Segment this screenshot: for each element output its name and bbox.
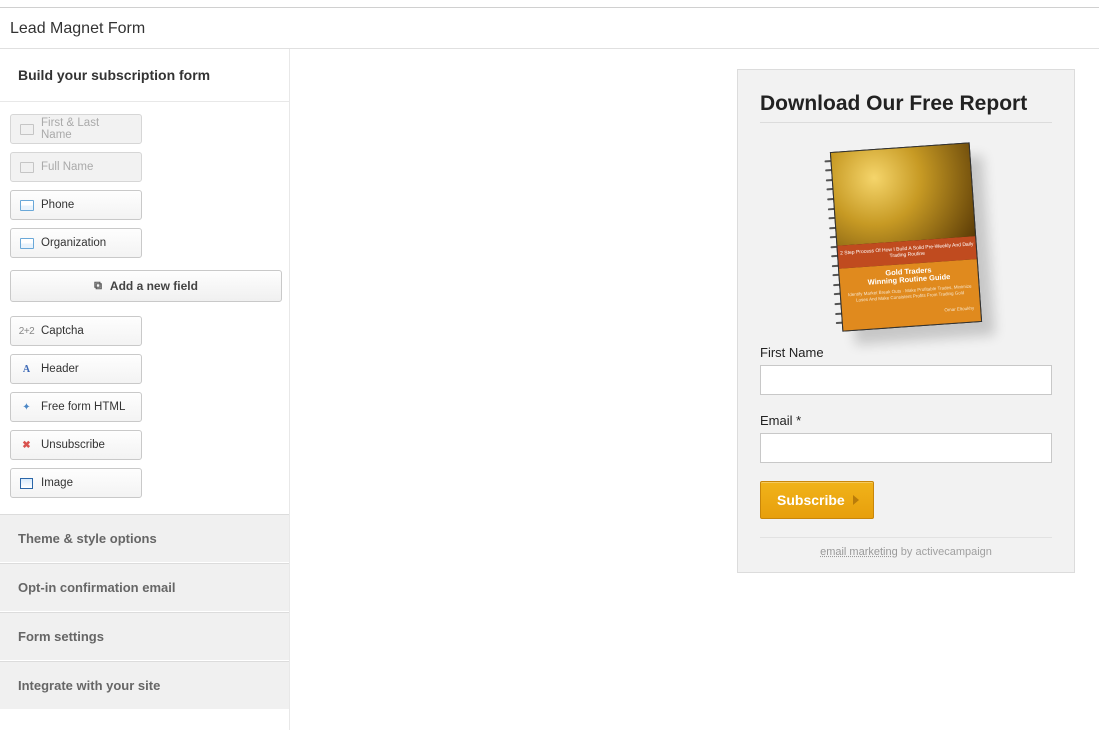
- captcha-icon: 2+2: [19, 325, 34, 338]
- sidebar-accordion: Theme & style options Opt-in confirmatio…: [0, 514, 289, 710]
- component-image[interactable]: Image: [10, 468, 142, 498]
- main-layout: Build your subscription form First & Las…: [0, 49, 1099, 730]
- input-field-icon: [19, 199, 34, 212]
- component-unsubscribe[interactable]: ✖ Unsubscribe: [10, 430, 142, 460]
- email-input[interactable]: [760, 433, 1052, 463]
- email-label: Email *: [760, 413, 1052, 428]
- add-field-label: Add a new field: [110, 279, 198, 293]
- components-grid: 2+2 Captcha A Header ✦ Free form HTML ✖ …: [0, 316, 289, 508]
- accordion-integrate[interactable]: Integrate with your site: [0, 661, 289, 710]
- component-header[interactable]: A Header: [10, 354, 142, 384]
- field-first-last-name: First & Last Name: [10, 114, 142, 144]
- field-label: Phone: [41, 199, 74, 211]
- subscribe-label: Subscribe: [777, 492, 845, 508]
- input-field-icon: [19, 123, 34, 136]
- field-label: First & Last Name: [41, 117, 133, 141]
- form-preview-title: Download Our Free Report: [760, 92, 1052, 123]
- accordion-theme-style[interactable]: Theme & style options: [0, 514, 289, 563]
- first-name-label: First Name: [760, 345, 1052, 360]
- field-phone[interactable]: Phone: [10, 190, 142, 220]
- component-label: Image: [41, 477, 73, 489]
- field-label: Full Name: [41, 161, 93, 173]
- add-icon: ⧉: [94, 280, 102, 293]
- subscribe-button[interactable]: Subscribe: [760, 481, 874, 519]
- component-captcha[interactable]: 2+2 Captcha: [10, 316, 142, 346]
- builder-sidebar: Build your subscription form First & Las…: [0, 49, 290, 730]
- component-label: Header: [41, 363, 79, 375]
- field-label: Organization: [41, 237, 106, 249]
- chevron-right-icon: [853, 495, 859, 505]
- sidebar-heading: Build your subscription form: [0, 49, 289, 102]
- form-canvas: Download Our Free Report 2 Step Process …: [290, 49, 1099, 730]
- component-free-html[interactable]: ✦ Free form HTML: [10, 392, 142, 422]
- field-full-name: Full Name: [10, 152, 142, 182]
- image-icon: [19, 477, 34, 490]
- accordion-form-settings[interactable]: Form settings: [0, 612, 289, 661]
- first-name-input[interactable]: [760, 365, 1052, 395]
- predefined-fields-grid: First & Last Name Full Name Phone Organi…: [0, 102, 289, 268]
- book-cover: 2 Step Process Of How I Build A Solid Pr…: [830, 142, 982, 331]
- form-preview-card: Download Our Free Report 2 Step Process …: [737, 69, 1075, 573]
- book-image: 2 Step Process Of How I Build A Solid Pr…: [830, 142, 982, 331]
- html-icon: ✦: [19, 401, 34, 414]
- component-label: Unsubscribe: [41, 439, 105, 451]
- component-label: Free form HTML: [41, 401, 125, 413]
- credit-rest: by activecampaign: [898, 546, 992, 558]
- field-organization[interactable]: Organization: [10, 228, 142, 258]
- unsubscribe-icon: ✖: [19, 439, 34, 452]
- credit-link[interactable]: email marketing: [820, 546, 898, 558]
- component-label: Captcha: [41, 325, 84, 337]
- credit-line: email marketing by activecampaign: [760, 537, 1052, 558]
- input-field-icon: [19, 161, 34, 174]
- input-field-icon: [19, 237, 34, 250]
- book-title-block: Gold Traders Winning Routine Guide Ident…: [839, 259, 981, 331]
- add-new-field-button[interactable]: ⧉ Add a new field: [10, 270, 282, 302]
- book-cover-art: [831, 143, 975, 245]
- book-author: Omar Eltoukhy: [848, 305, 974, 319]
- book-image-wrap: 2 Step Process Of How I Build A Solid Pr…: [760, 123, 1052, 345]
- page-title: Lead Magnet Form: [0, 8, 1099, 48]
- accordion-optin-confirmation[interactable]: Opt-in confirmation email: [0, 563, 289, 612]
- header-icon: A: [19, 363, 34, 376]
